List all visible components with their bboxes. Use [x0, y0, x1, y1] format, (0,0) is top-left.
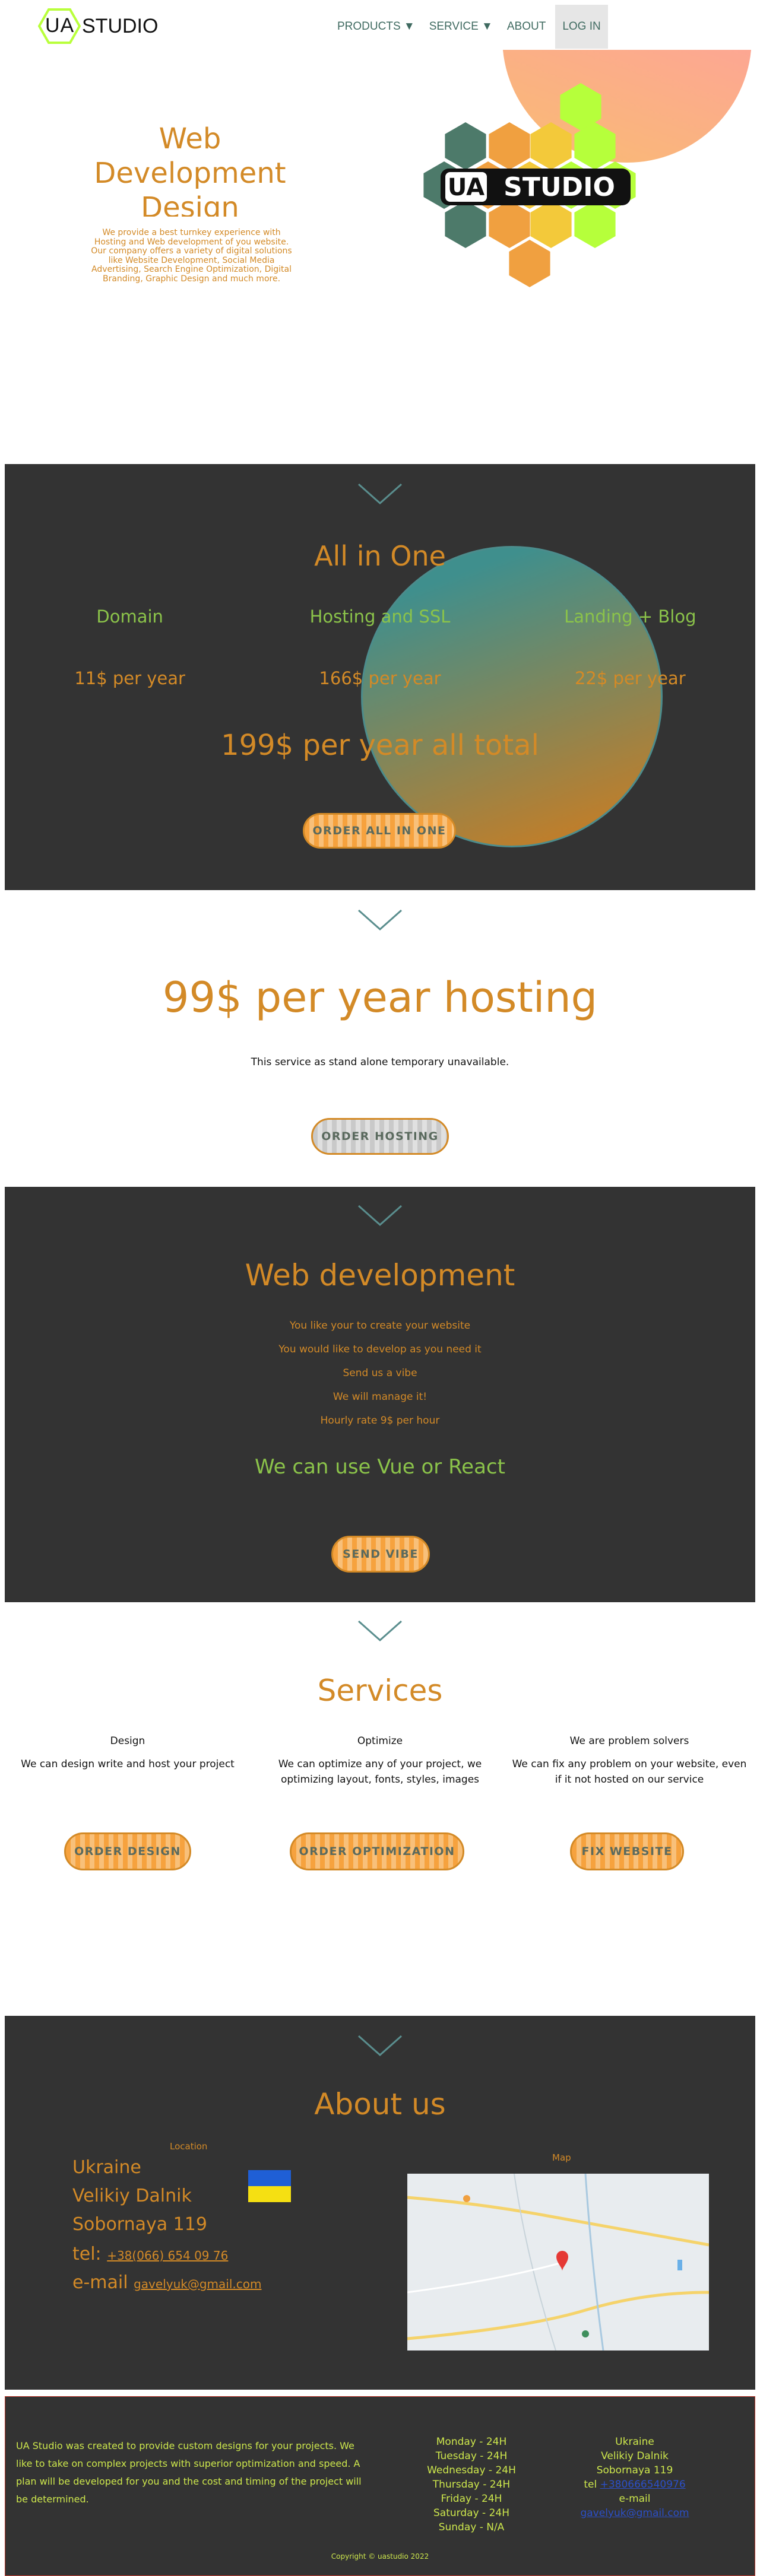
email-link[interactable]: gavelyuk@gmail.com — [134, 2277, 261, 2291]
footer: UA Studio was created to provide custom … — [5, 2396, 755, 2576]
location-label: Location — [170, 2141, 208, 2152]
hours-item: Saturday - 24H — [433, 2507, 509, 2519]
ukraine-flag-icon — [248, 2170, 291, 2202]
hours-item: Friday - 24H — [441, 2493, 502, 2505]
hosting-note: This service as stand alone temporary un… — [251, 1056, 509, 1068]
hero-description: We provide a best turnkey experience wit… — [86, 225, 297, 287]
plan-landing-name: Landing + Blog — [564, 606, 696, 627]
footer-phone-row: tel +380666540976 — [563, 2477, 706, 2492]
section-title: All in One — [314, 540, 446, 572]
menu-service[interactable]: SERVICE ▼ — [422, 5, 500, 49]
order-optimization-button[interactable]: ORDER OPTIMIZATION — [290, 1832, 464, 1870]
webdev-tech: We can use Vue or React — [255, 1455, 505, 1479]
brand-logo[interactable]: UA STUDIO — [37, 8, 159, 44]
hours-item: Wednesday - 24H — [427, 2464, 516, 2476]
plan-hosting-name: Hosting and SSL — [309, 606, 451, 627]
services-title: Services — [317, 1673, 443, 1708]
about-section: About us Location Map Ukraine Velikiy Da… — [5, 2016, 755, 2390]
menu-products[interactable]: PRODUCTS ▼ — [330, 5, 422, 49]
hours-item: Thursday - 24H — [432, 2479, 511, 2491]
footer-about: UA Studio was created to provide custom … — [16, 2440, 362, 2505]
footer-email-label: e-mail — [619, 2493, 651, 2505]
footer-city: Velikiy Dalnik — [601, 2450, 669, 2462]
email-label: e-mail — [72, 2272, 134, 2293]
footer-tel-link[interactable]: +380666540976 — [600, 2479, 686, 2491]
map-label: Map — [552, 2152, 571, 2163]
hours-item: Tuesday - 24H — [435, 2450, 508, 2462]
footer-contact: Ukraine Velikiy Dalnik Sobornaya 119 tel… — [563, 2435, 706, 2520]
webdev-line: We will manage it! — [332, 1391, 428, 1403]
address-street: Sobornaya 119 — [72, 2214, 207, 2235]
webdev-line: Hourly rate 9$ per hour — [320, 1415, 440, 1427]
plan-names-row: Domain Hosting and SSL Landing + Blog — [5, 606, 755, 627]
map-graphic — [407, 2174, 709, 2351]
webdev-title: Web development — [245, 1258, 515, 1292]
phone-link[interactable]: +38(066) 654 09 76 — [107, 2248, 228, 2263]
footer-email-link[interactable]: gavelyuk@gmail.com — [580, 2507, 689, 2519]
order-design-button[interactable]: ORDER DESIGN — [64, 1832, 191, 1870]
hex-logo-ua: UA — [448, 174, 484, 201]
footer-email-row: e-mail gavelyuk@gmail.com — [563, 2492, 706, 2520]
service-design-text: We can design write and host your projec… — [21, 1758, 235, 1770]
hosting-section: 99$ per year hosting This service as sta… — [0, 890, 760, 1187]
chevron-down-icon — [358, 909, 402, 931]
logo-ua-text: UA — [45, 14, 75, 37]
logo-studio-text: STUDIO — [82, 14, 159, 37]
decorative-circle — [361, 546, 663, 847]
address-city: Velikiy Dalnik — [72, 2186, 192, 2206]
main-menu: PRODUCTS ▼ SERVICE ▼ ABOUT LOG IN — [330, 5, 608, 49]
web-development-section: Web development You like your to create … — [5, 1187, 755, 1602]
plan-domain-price: 11$ per year — [74, 668, 185, 688]
services-section: Services Design Optimize We are problem … — [0, 1602, 760, 2016]
order-all-in-one-button[interactable]: ORDER ALL IN ONE — [303, 813, 456, 849]
hours-item: Sunday - N/A — [438, 2521, 505, 2533]
webdev-line: Send us a vibe — [343, 1367, 417, 1379]
service-optimize-text: We can optimize any of your project, we … — [278, 1758, 482, 1786]
service-optimize-heading: Optimize — [357, 1735, 403, 1747]
hours-item: Monday - 24H — [436, 2436, 507, 2448]
top-navbar: UA STUDIO PRODUCTS ▼ SERVICE ▼ ABOUT LOG… — [0, 0, 760, 50]
about-title: About us — [314, 2087, 446, 2121]
menu-about[interactable]: ABOUT — [500, 5, 553, 49]
order-hosting-button[interactable]: ORDER HOSTING — [311, 1118, 449, 1155]
location-map[interactable] — [407, 2174, 709, 2351]
address-country: Ukraine — [72, 2157, 141, 2178]
hexagon-icon: UA — [37, 8, 81, 44]
plan-landing-price: 22$ per year — [574, 668, 686, 688]
plan-domain-name: Domain — [96, 606, 163, 627]
fix-website-button[interactable]: FIX WEBSITE — [570, 1832, 684, 1870]
total-price: 199$ per year all total — [221, 729, 539, 762]
hosting-title: 99$ per year hosting — [162, 973, 598, 1022]
footer-street: Sobornaya 119 — [596, 2464, 673, 2476]
chevron-down-icon — [358, 1620, 402, 1642]
plan-hosting-price: 166$ per year — [319, 668, 441, 688]
footer-tel-label: tel — [584, 2479, 597, 2491]
send-vibe-button[interactable]: SEND VIBE — [331, 1536, 430, 1573]
hex-cluster-logo: UA STUDIO — [423, 83, 636, 287]
phone-label: tel: — [72, 2244, 107, 2264]
chevron-down-icon — [358, 483, 402, 505]
service-fix-text: We can fix any problem on your website, … — [512, 1758, 747, 1786]
chevron-down-icon — [358, 1205, 402, 1227]
hero-title: Web Development Design — [94, 122, 286, 217]
login-button[interactable]: LOG IN — [555, 5, 608, 49]
hex-logo-studio: STUDIO — [504, 172, 615, 202]
service-fix-heading: We are problem solvers — [569, 1735, 689, 1747]
copyright: Copyright © uastudio 2022 — [331, 2552, 429, 2561]
plan-prices-row: 11$ per year 166$ per year 22$ per year — [5, 668, 755, 688]
phone-row: tel: +38(066) 654 09 76 — [72, 2244, 228, 2264]
webdev-line: You would like to develop as you need it — [278, 1343, 482, 1355]
opening-hours: Monday - 24H Tuesday - 24H Wednesday - 2… — [421, 2435, 522, 2534]
chevron-down-icon — [358, 2035, 402, 2057]
footer-country: Ukraine — [615, 2436, 654, 2448]
webdev-line: You like your to create your website — [289, 1320, 471, 1332]
email-row: e-mail gavelyuk@gmail.com — [72, 2272, 261, 2293]
all-in-one-section: All in One Domain Hosting and SSL Landin… — [5, 464, 755, 890]
service-design-heading: Design — [110, 1735, 145, 1747]
